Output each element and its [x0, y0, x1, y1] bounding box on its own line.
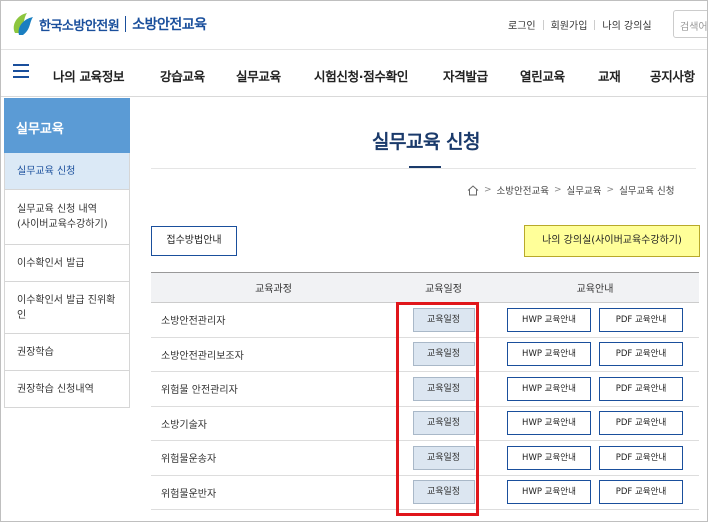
nav-open-education[interactable]: 열린교육 — [520, 66, 565, 85]
hwp-guide-button[interactable]: HWP 교육안내 — [507, 480, 591, 505]
page-title: 실무교육 신청 — [372, 131, 481, 153]
breadcrumb-item[interactable]: 소방안전교육 — [497, 183, 549, 197]
guide-cell: HWP 교육안내 PDF 교육안내 — [491, 475, 699, 510]
utility-links: 로그인 회원가입 나의 강의실 — [501, 17, 659, 32]
login-link[interactable]: 로그인 — [501, 17, 543, 32]
sidebar-item-apply[interactable]: 실무교육 신청 — [4, 153, 130, 190]
site-name: 소방안전교육 — [132, 17, 207, 33]
sidebar-item-history[interactable]: 실무교육 신청 내역 (사이버교육수강하기) — [4, 190, 130, 245]
highlight-box — [396, 302, 479, 516]
nav-certificate[interactable]: 자격발급 — [443, 66, 488, 85]
column-header-course: 교육과정 — [151, 272, 396, 303]
nav-notice[interactable]: 공지사항 — [650, 66, 695, 85]
site-logo[interactable]: 한국소방안전원 소방안전교육 — [9, 11, 207, 37]
table-header-row: 교육과정 교육일정 교육안내 — [151, 272, 699, 303]
nav-training-course[interactable]: 강습교육 — [160, 66, 205, 85]
pdf-guide-button[interactable]: PDF 교육안내 — [599, 376, 683, 401]
hwp-guide-button[interactable]: HWP 교육안내 — [507, 376, 591, 401]
main-nav: 나의 교육정보 강습교육 실무교육 시험신청·점수확인 자격발급 열린교육 교재… — [1, 51, 707, 97]
hwp-guide-button[interactable]: HWP 교육안내 — [507, 342, 591, 367]
sidebar: 실무교육 실무교육 신청 실무교육 신청 내역 (사이버교육수강하기) 이수확인… — [4, 98, 130, 408]
chevron-right-icon: > — [606, 185, 615, 195]
sidebar-item-recommended[interactable]: 권장학습 — [4, 334, 130, 371]
nav-my-info[interactable]: 나의 교육정보 — [53, 66, 125, 85]
home-icon[interactable] — [467, 184, 479, 196]
pdf-guide-button[interactable]: PDF 교육안내 — [599, 411, 683, 436]
hwp-guide-button[interactable]: HWP 교육안내 — [507, 307, 591, 332]
breadcrumb-item[interactable]: 실무교육 — [567, 183, 602, 197]
my-classroom-link[interactable]: 나의 강의실 — [595, 17, 658, 32]
nav-textbook[interactable]: 교재 — [598, 66, 621, 85]
logo-divider — [125, 16, 127, 32]
application-guide-button[interactable]: 접수방법안내 — [151, 226, 237, 256]
top-bar: 한국소방안전원 소방안전교육 로그인 회원가입 나의 강의실 검색어 — [1, 1, 707, 50]
guide-cell: HWP 교육안내 PDF 교육안내 — [491, 337, 699, 372]
course-name: 위험물운송자 — [151, 440, 396, 476]
hamburger-menu-icon[interactable] — [13, 64, 29, 78]
pdf-guide-button[interactable]: PDF 교육안내 — [599, 480, 683, 505]
guide-cell: HWP 교육안내 PDF 교육안내 — [491, 302, 699, 338]
chevron-right-icon: > — [484, 185, 492, 195]
search-input[interactable]: 검색어 — [673, 10, 707, 38]
pdf-guide-button[interactable]: PDF 교육안내 — [599, 445, 683, 470]
breadcrumb-item[interactable]: 실무교육 신청 — [619, 183, 674, 197]
column-header-schedule: 교육일정 — [396, 272, 491, 303]
sidebar-item-verify[interactable]: 이수확인서 발급 진위확인 — [4, 282, 130, 334]
org-name: 한국소방안전원 — [39, 18, 120, 34]
hwp-guide-button[interactable]: HWP 교육안내 — [507, 445, 591, 470]
sidebar-title: 실무교육 — [4, 98, 130, 153]
guide-cell: HWP 교육안내 PDF 교육안내 — [491, 406, 699, 441]
course-name: 위험물 안전관리자 — [151, 371, 396, 407]
chevron-right-icon: > — [554, 185, 562, 195]
page: 한국소방안전원 소방안전교육 로그인 회원가입 나의 강의실 검색어 나의 교육… — [0, 0, 708, 522]
sidebar-item-recommended-history[interactable]: 권장학습 신청내역 — [4, 371, 130, 408]
nav-practical-training[interactable]: 실무교육 — [236, 66, 281, 85]
pdf-guide-button[interactable]: PDF 교육안내 — [599, 342, 683, 367]
breadcrumb: > 소방안전교육 > 실무교육 > 실무교육 신청 — [467, 183, 675, 197]
logo-icon — [13, 13, 33, 35]
course-name: 소방기술자 — [151, 406, 396, 441]
nav-exam[interactable]: 시험신청·점수확인 — [314, 66, 408, 85]
column-header-guide: 교육안내 — [491, 272, 699, 303]
course-name: 위험물운반자 — [151, 475, 396, 510]
guide-cell: HWP 교육안내 PDF 교육안내 — [491, 371, 699, 407]
hwp-guide-button[interactable]: HWP 교육안내 — [507, 411, 591, 436]
divider — [151, 168, 696, 169]
course-name: 소방안전관리자 — [151, 302, 396, 338]
guide-cell: HWP 교육안내 PDF 교육안내 — [491, 440, 699, 476]
my-classroom-button[interactable]: 나의 강의실(사이버교육수강하기) — [524, 225, 700, 257]
signup-link[interactable]: 회원가입 — [544, 17, 595, 32]
pdf-guide-button[interactable]: PDF 교육안내 — [599, 307, 683, 332]
sidebar-item-certificate[interactable]: 이수확인서 발급 — [4, 245, 130, 282]
course-name: 소방안전관리보조자 — [151, 337, 396, 372]
